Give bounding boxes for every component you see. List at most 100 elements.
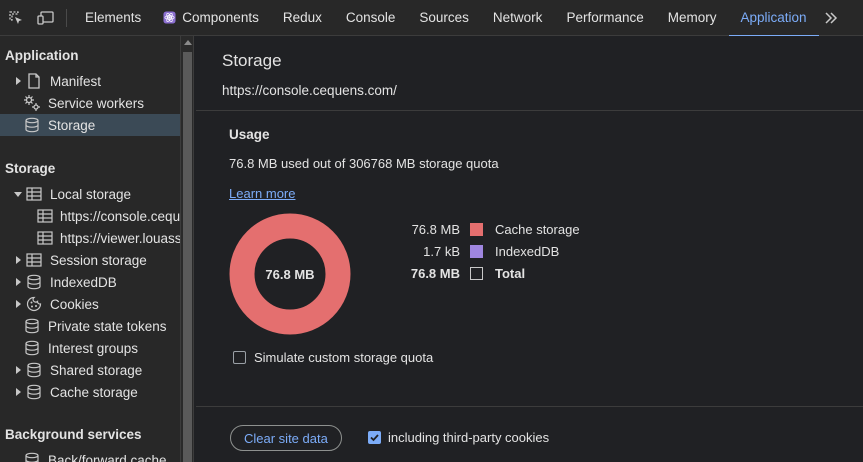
sidebar-item-label: Session storage <box>50 252 147 268</box>
sidebar-item-label: https://viewer.louass <box>60 230 180 246</box>
sidebar-item-back-forward-cache[interactable]: Back/forward cache <box>0 449 180 462</box>
tab-components-label: Components <box>182 10 259 25</box>
divider <box>196 406 863 407</box>
legend-row-cache-storage: 76.8 MB Cache storage <box>392 219 792 239</box>
sidebar-item-indexeddb[interactable]: IndexedDB <box>0 271 180 293</box>
third-party-cookies-checkbox[interactable] <box>368 431 381 444</box>
inspect-element-icon[interactable] <box>4 6 28 30</box>
learn-more-link[interactable]: Learn more <box>229 186 295 201</box>
database-icon <box>25 273 43 291</box>
sidebar-item-label: Cookies <box>50 296 99 312</box>
gears-icon <box>23 94 41 112</box>
tabbar-separator <box>66 8 67 27</box>
database-icon <box>25 361 43 379</box>
sidebar-item-session-storage[interactable]: Session storage <box>0 249 180 271</box>
legend-swatch <box>470 244 483 258</box>
tab-memory[interactable]: Memory <box>656 0 729 36</box>
usage-heading: Usage <box>229 127 270 142</box>
legend-label: Total <box>495 265 526 281</box>
device-toolbar-icon[interactable] <box>34 6 58 30</box>
legend-value: 76.8 MB <box>411 221 460 237</box>
third-party-cookies-label: including third-party cookies <box>388 430 550 445</box>
database-icon <box>23 451 41 462</box>
react-icon <box>163 11 176 24</box>
sidebar-item-manifest[interactable]: Manifest <box>0 70 180 92</box>
legend-value: 1.7 kB <box>423 243 460 259</box>
expand-arrow-icon[interactable] <box>13 366 23 374</box>
sidebar-item-service-workers[interactable]: Service workers <box>0 92 180 114</box>
simulate-quota-label: Simulate custom storage quota <box>254 350 434 365</box>
scrollbar-thumb[interactable] <box>183 52 192 462</box>
sidebar-item-label: https://console.cequ <box>60 208 180 224</box>
legend-label: Cache storage <box>495 221 580 237</box>
simulate-quota-checkbox[interactable] <box>233 351 246 364</box>
sidebar-item-label: Back/forward cache <box>48 452 167 462</box>
sidebar-item-cache-storage[interactable]: Cache storage <box>0 381 180 403</box>
legend-row-indexeddb: 1.7 kB IndexedDB <box>392 241 792 261</box>
tab-sources[interactable]: Sources <box>407 0 481 36</box>
sidebar-item-label: Cache storage <box>50 384 138 400</box>
sidebar-item-shared-storage[interactable]: Shared storage <box>0 359 180 381</box>
scroll-up-arrow-icon[interactable] <box>184 40 192 45</box>
database-icon <box>23 339 41 357</box>
usage-donut-chart: 76.8 MB <box>229 213 351 335</box>
sidebar-item-label: Manifest <box>50 73 102 89</box>
sidebar-item-local-origin-1[interactable]: https://console.cequ <box>0 205 180 227</box>
sidebar-item-local-storage[interactable]: Local storage <box>0 183 180 205</box>
sidebar-item-private-state-tokens[interactable]: Private state tokens <box>0 315 180 337</box>
expand-arrow-icon[interactable] <box>13 77 23 85</box>
tab-redux[interactable]: Redux <box>271 0 334 36</box>
simulate-quota-option[interactable]: Simulate custom storage quota <box>233 350 433 365</box>
database-icon <box>25 383 43 401</box>
sidebar-item-label: Interest groups <box>48 340 139 356</box>
sidebar-item-storage[interactable]: Storage <box>0 114 180 136</box>
legend-swatch <box>470 266 483 280</box>
sidebar-item-label: Private state tokens <box>48 318 167 334</box>
tab-elements[interactable]: Elements <box>73 0 153 36</box>
tab-network[interactable]: Network <box>481 0 555 36</box>
collapse-arrow-icon[interactable] <box>13 191 23 197</box>
table-icon <box>25 185 43 203</box>
file-icon <box>25 72 43 90</box>
tab-performance[interactable]: Performance <box>554 0 655 36</box>
application-sidebar: Application Manifest Service workers Sto… <box>0 36 180 462</box>
table-icon <box>37 207 53 225</box>
third-party-cookies-option[interactable]: including third-party cookies <box>368 430 549 445</box>
page-title: Storage <box>222 51 282 70</box>
table-icon <box>25 251 43 269</box>
sidebar-item-label: Shared storage <box>50 362 143 378</box>
tab-application[interactable]: Application <box>728 0 819 37</box>
sidebar-item-label: IndexedDB <box>50 274 117 290</box>
sidebar-item-local-origin-2[interactable]: https://viewer.louass <box>0 227 180 249</box>
origin-url: https://console.cequens.com/ <box>222 83 397 98</box>
sidebar-item-label: Service workers <box>48 95 145 111</box>
section-title-application: Application <box>5 48 79 63</box>
legend-row-total: 76.8 MB Total <box>392 263 792 283</box>
expand-arrow-icon[interactable] <box>13 300 23 308</box>
table-icon <box>37 229 53 247</box>
sidebar-item-label: Storage <box>48 117 96 133</box>
legend-swatch <box>470 222 483 236</box>
legend-label: IndexedDB <box>495 243 560 259</box>
sidebar-item-cookies[interactable]: Cookies <box>0 293 180 315</box>
sidebar-item-interest-groups[interactable]: Interest groups <box>0 337 180 359</box>
clear-site-data-button[interactable]: Clear site data <box>230 425 342 451</box>
sidebar-scrollbar[interactable] <box>180 36 194 462</box>
devtools-tabbar: Elements Components Redux Console Source… <box>0 0 863 37</box>
tab-console[interactable]: Console <box>334 0 408 36</box>
more-tabs-icon[interactable] <box>819 0 843 36</box>
storage-panel: Storage https://console.cequens.com/ Usa… <box>196 36 863 462</box>
database-icon <box>23 317 41 335</box>
section-title-background-services: Background services <box>5 427 142 442</box>
divider <box>196 110 863 111</box>
expand-arrow-icon[interactable] <box>13 256 23 264</box>
sidebar-item-label: Local storage <box>50 186 132 202</box>
legend-value: 76.8 MB <box>410 265 460 281</box>
cookie-icon <box>25 295 43 313</box>
expand-arrow-icon[interactable] <box>13 278 23 286</box>
section-title-storage: Storage <box>5 161 56 176</box>
expand-arrow-icon[interactable] <box>13 388 23 396</box>
usage-summary: 76.8 MB used out of 306768 MB storage qu… <box>229 156 499 171</box>
database-icon <box>23 116 41 134</box>
tab-components[interactable]: Components <box>153 0 271 36</box>
